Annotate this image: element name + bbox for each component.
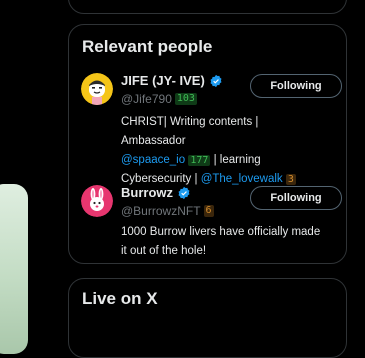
cartoon-face-icon bbox=[81, 73, 113, 105]
bio-line: 1000 Burrow livers have officially made bbox=[121, 226, 321, 238]
mention-count-badge: 3 bbox=[285, 174, 296, 185]
handle-count-badge: 6 bbox=[203, 205, 214, 217]
verified-badge-icon bbox=[178, 186, 190, 199]
handle-count-badge: 103 bbox=[174, 93, 197, 105]
bio-line: CHRIST| Writing contents | Ambassador bbox=[121, 116, 259, 147]
mention-link[interactable]: @spaace_io bbox=[121, 154, 185, 166]
mention-link[interactable]: @The_lovewalk bbox=[201, 173, 283, 185]
bio-text: | learning bbox=[213, 154, 261, 166]
display-name[interactable]: Burrowz bbox=[121, 185, 173, 200]
bio-line: it out of the hole! bbox=[121, 245, 207, 257]
relevant-people-title: Relevant people bbox=[82, 37, 213, 56]
handle: @Jife790 bbox=[121, 92, 172, 106]
following-button[interactable]: Following bbox=[250, 74, 342, 98]
avatar[interactable] bbox=[81, 73, 113, 105]
bio-text: Cybersecurity | bbox=[121, 173, 198, 185]
mention-count-badge: 177 bbox=[188, 155, 211, 166]
bio: 1000 Burrow livers have officially made … bbox=[121, 223, 321, 261]
following-button[interactable]: Following bbox=[250, 186, 342, 210]
avatar[interactable] bbox=[81, 185, 113, 217]
media-thumbnail[interactable] bbox=[0, 184, 28, 354]
display-name[interactable]: JIFE (JY- IVE) bbox=[121, 73, 205, 88]
bunny-icon bbox=[81, 185, 113, 217]
handle: @BurrowzNFT bbox=[121, 204, 201, 218]
relevant-people-card: Relevant people JIFE (JY- IVE) @Jife790 … bbox=[68, 24, 347, 264]
previous-card bbox=[68, 0, 347, 14]
bio: CHRIST| Writing contents | Ambassador @s… bbox=[121, 113, 321, 189]
verified-badge-icon bbox=[210, 74, 222, 87]
live-on-x-card: Live on X bbox=[68, 278, 347, 358]
live-on-x-title: Live on X bbox=[82, 289, 158, 308]
